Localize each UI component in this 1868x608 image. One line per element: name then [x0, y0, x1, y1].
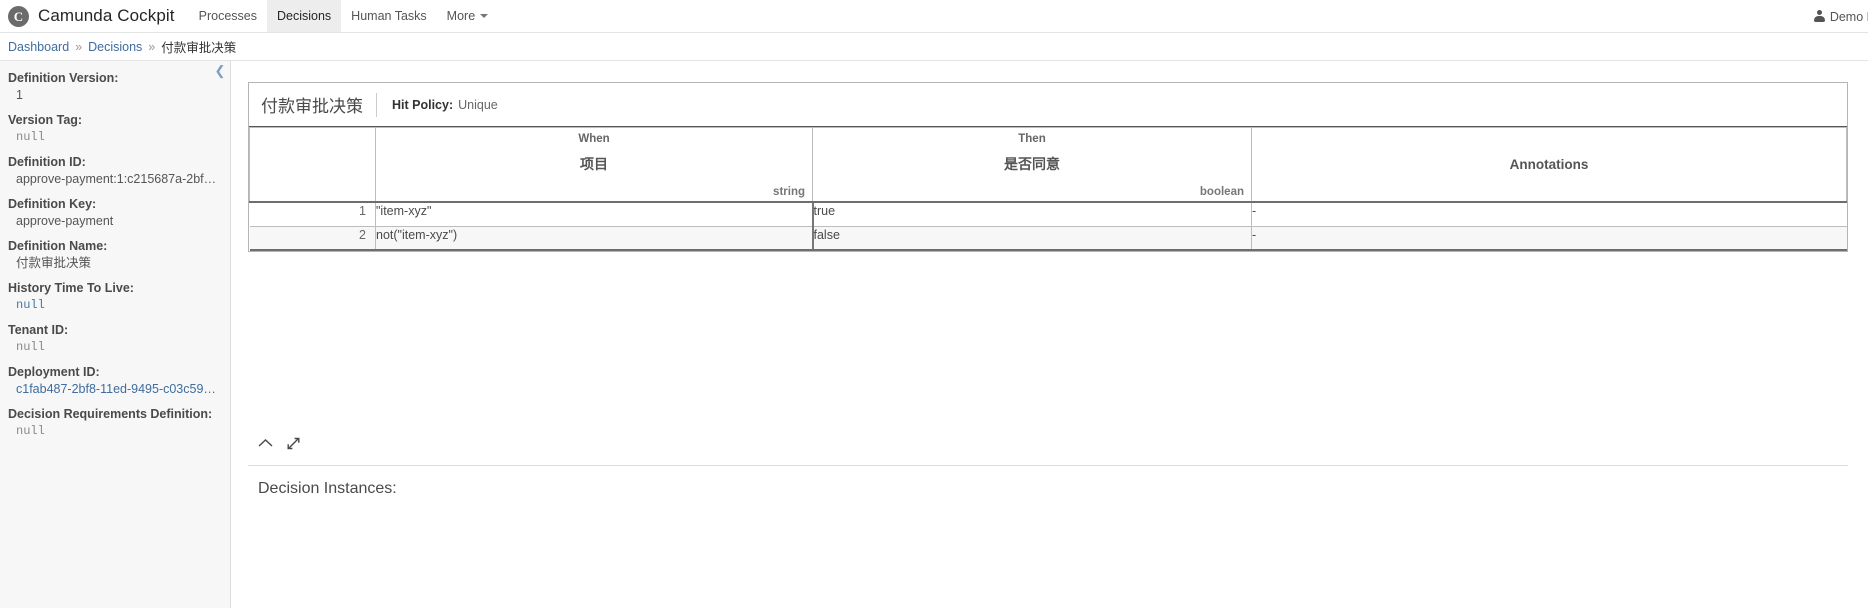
sidebar-prop-value: approve-payment	[16, 214, 114, 228]
table-row[interactable]: 2 not("item-xyz") false -	[249, 225, 1847, 251]
table-row[interactable]: 1 "item-xyz" true -	[249, 201, 1847, 227]
rules-table-body: 1 "item-xyz" true - 2 not("item-xyz") fa…	[249, 201, 1847, 251]
sidebar-prop-label: Definition Name:	[8, 239, 108, 253]
input-column-type: string	[773, 186, 805, 198]
input-column-title: 项目	[580, 156, 608, 172]
rules-table-head: When 项目 string Then 是否同意 boolean Annotat…	[249, 127, 1847, 203]
chevron-left-icon[interactable]: ❮	[213, 64, 227, 78]
nav-right: Demo Demo	[1813, 0, 1868, 33]
sidebar-prop-label: Definition ID:	[8, 155, 86, 169]
annotations-column-title: Annotations	[1509, 157, 1589, 172]
rule-annotation: -	[1251, 225, 1847, 251]
breadcrumb-separator: »	[148, 39, 156, 54]
sidebar-prop-definition-name: Definition Name: 付款审批决策	[8, 238, 220, 272]
rules-table: When 项目 string Then 是否同意 boolean Annotat…	[249, 127, 1847, 251]
output-clause-label: Then	[1018, 133, 1046, 145]
breadcrumb-item-decisions[interactable]: Decisions	[88, 40, 142, 54]
definition-sidebar: ❮ Definition Version: 1 Version Tag: nul…	[0, 61, 231, 608]
brand[interactable]: C Camunda Cockpit	[8, 0, 189, 32]
rule-index: 1	[249, 201, 376, 227]
user-menu[interactable]: Demo Demo	[1813, 9, 1868, 24]
rules-header-row: When 项目 string Then 是否同意 boolean Annotat…	[249, 127, 1847, 203]
rule-annotation: -	[1251, 201, 1847, 227]
sidebar-prop-value[interactable]: null	[8, 297, 220, 314]
rule-index: 2	[249, 225, 376, 251]
sidebar-prop-label: Definition Version:	[8, 71, 119, 85]
chevron-up-icon[interactable]	[258, 438, 273, 449]
nav-item-more[interactable]: More	[437, 0, 498, 32]
sidebar-prop-value[interactable]: c1fab487-2bf8-11ed-9495-c03c59a...	[8, 381, 220, 398]
breadcrumb-item-dashboard[interactable]: Dashboard	[8, 40, 69, 54]
sidebar-prop-definition-version: Definition Version: 1	[8, 70, 220, 104]
decision-table-header: 付款审批决策 Hit Policy: Unique	[249, 83, 1847, 127]
column-header-index	[249, 127, 376, 203]
sidebar-prop-label: Definition Key:	[8, 197, 97, 211]
expand-diagonal-icon[interactable]	[286, 436, 301, 451]
top-navbar: C Camunda Cockpit Processes Decisions Hu…	[0, 0, 1868, 33]
nav-item-label: More	[446, 9, 476, 23]
rule-input: "item-xyz"	[375, 201, 813, 227]
sidebar-prop-label: History Time To Live:	[8, 281, 134, 295]
rule-input: not("item-xyz")	[375, 225, 813, 251]
sidebar-prop-history-time-to-live: History Time To Live: null	[8, 280, 220, 314]
sidebar-prop-deployment-id: Deployment ID: c1fab487-2bf8-11ed-9495-c…	[8, 364, 220, 398]
rule-output: true	[811, 201, 1252, 227]
rule-output: false	[811, 225, 1252, 251]
sidebar-prop-label: Deployment ID:	[8, 365, 100, 379]
user-name: Demo Demo	[1829, 9, 1868, 24]
nav-item-label: Decisions	[276, 9, 332, 23]
decision-table-name: 付款审批决策	[261, 97, 363, 116]
column-header-input: When 项目 string	[375, 127, 813, 203]
sidebar-prop-label: Decision Requirements Definition:	[8, 407, 213, 421]
input-clause-label: When	[578, 133, 610, 145]
user-icon	[1813, 10, 1825, 23]
nav-item-label: Human Tasks	[351, 9, 427, 23]
nav-items: Processes Decisions Human Tasks More	[189, 0, 499, 32]
sidebar-prop-definition-key: Definition Key: approve-payment	[8, 196, 220, 230]
hit-policy-label: Hit Policy:	[392, 97, 454, 112]
nav-item-label: Processes	[198, 9, 257, 23]
camunda-logo-icon: C	[8, 5, 29, 27]
sidebar-prop-version-tag: Version Tag: null	[8, 112, 220, 146]
sidebar-prop-value: null	[16, 340, 45, 354]
column-header-annotations: Annotations	[1251, 127, 1847, 203]
nav-item-decisions[interactable]: Decisions	[266, 0, 342, 32]
breadcrumb-item-current: 付款审批决策	[161, 41, 237, 55]
breadcrumb-separator: »	[75, 39, 83, 54]
main-content: 付款审批决策 Hit Policy: Unique When 项目 string…	[231, 61, 1868, 608]
sidebar-prop-value: 1	[16, 88, 23, 102]
nav-item-processes[interactable]: Processes	[189, 0, 267, 32]
column-header-output: Then 是否同意 boolean	[812, 127, 1252, 203]
output-column-title: 是否同意	[1004, 156, 1060, 172]
sidebar-prop-value: null	[16, 130, 45, 144]
sidebar-prop-value: null	[16, 424, 45, 438]
sidebar-prop-value: 付款审批决策	[16, 256, 92, 270]
nav-item-human-tasks[interactable]: Human Tasks	[341, 0, 437, 32]
chevron-down-icon	[480, 14, 489, 18]
app-title: Camunda Cockpit	[38, 6, 175, 25]
table-controls	[248, 433, 1848, 453]
hit-policy-value: Unique	[458, 97, 498, 112]
decision-table: 付款审批决策 Hit Policy: Unique When 项目 string…	[248, 82, 1848, 252]
sidebar-prop-value: approve-payment:1:c215687a-2bf8-...	[16, 172, 220, 186]
sidebar-prop-label: Tenant ID:	[8, 323, 69, 337]
decision-instances-title: Decision Instances:	[258, 480, 397, 497]
output-column-type: boolean	[1199, 186, 1244, 198]
sidebar-prop-definition-id: Definition ID: approve-payment:1:c215687…	[8, 154, 220, 188]
page-body: ❮ Definition Version: 1 Version Tag: nul…	[0, 61, 1868, 608]
breadcrumb: Dashboard » Decisions » 付款审批决策	[0, 33, 1868, 61]
hit-policy: Hit Policy: Unique	[376, 92, 498, 117]
sidebar-prop-decision-requirements-definition: Decision Requirements Definition: null	[8, 406, 220, 440]
decision-instances-section: Decision Instances:	[248, 465, 1848, 498]
sidebar-prop-label: Version Tag:	[8, 113, 83, 127]
sidebar-prop-tenant-id: Tenant ID: null	[8, 322, 220, 356]
